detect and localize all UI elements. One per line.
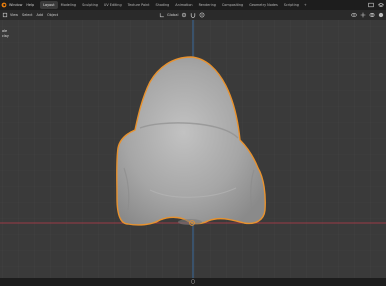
add-workspace-button[interactable]: +	[302, 3, 309, 7]
menu-add[interactable]: Add	[35, 13, 46, 17]
viewport-overlay-line2: clay	[2, 34, 9, 38]
topbar: Window Help Layout Modeling Sculpting UV…	[0, 0, 386, 10]
menu-window[interactable]: Window	[7, 3, 24, 7]
menu-help[interactable]: Help	[24, 3, 36, 7]
viewport-canvas[interactable]	[0, 20, 386, 278]
tab-rendering[interactable]: Rendering	[196, 1, 219, 9]
menu-object[interactable]: Object	[45, 13, 60, 17]
status-bar	[0, 278, 386, 286]
tab-shading[interactable]: Shading	[153, 1, 173, 9]
tab-modeling[interactable]: Modeling	[58, 1, 79, 9]
gizmo-icon[interactable]	[359, 12, 366, 19]
menu-view[interactable]: View	[8, 13, 20, 17]
menu-select[interactable]: Select	[20, 13, 34, 17]
proportional-edit-icon[interactable]	[198, 12, 205, 19]
transform-orientation-select[interactable]: Global	[167, 13, 178, 17]
blender-logo-icon[interactable]	[0, 1, 7, 9]
shading-sphere-icon[interactable]	[377, 12, 384, 19]
tab-geometry-nodes[interactable]: Geometry Nodes	[246, 1, 281, 9]
3d-viewport[interactable]: ale clay	[0, 20, 386, 278]
pivot-point-icon[interactable]	[180, 12, 187, 19]
eye-icon[interactable]	[350, 12, 357, 19]
status-mouse-icon	[191, 279, 195, 285]
overlay-icon[interactable]	[368, 12, 375, 19]
tab-uv-editing[interactable]: UV Editing	[101, 1, 125, 9]
viewport-display-controls	[350, 11, 384, 19]
tab-layout[interactable]: Layout	[40, 1, 58, 9]
tab-texture-paint[interactable]: Texture Paint	[125, 1, 153, 9]
magnet-icon[interactable]	[189, 12, 196, 19]
tab-sculpting[interactable]: Sculpting	[79, 1, 101, 9]
tab-animation[interactable]: Animation	[172, 1, 195, 9]
transform-controls: Global	[158, 11, 205, 19]
tab-scripting[interactable]: Scripting	[281, 1, 302, 9]
view-layer-icon[interactable]	[377, 2, 384, 9]
scene-icon[interactable]	[367, 2, 374, 9]
object-mode-icon[interactable]	[1, 12, 8, 19]
tab-compositing[interactable]: Compositing	[219, 1, 246, 9]
transform-orientation-icon[interactable]	[158, 12, 165, 19]
topbar-right	[367, 1, 384, 9]
viewport-overlay-line1: ale	[2, 29, 8, 33]
